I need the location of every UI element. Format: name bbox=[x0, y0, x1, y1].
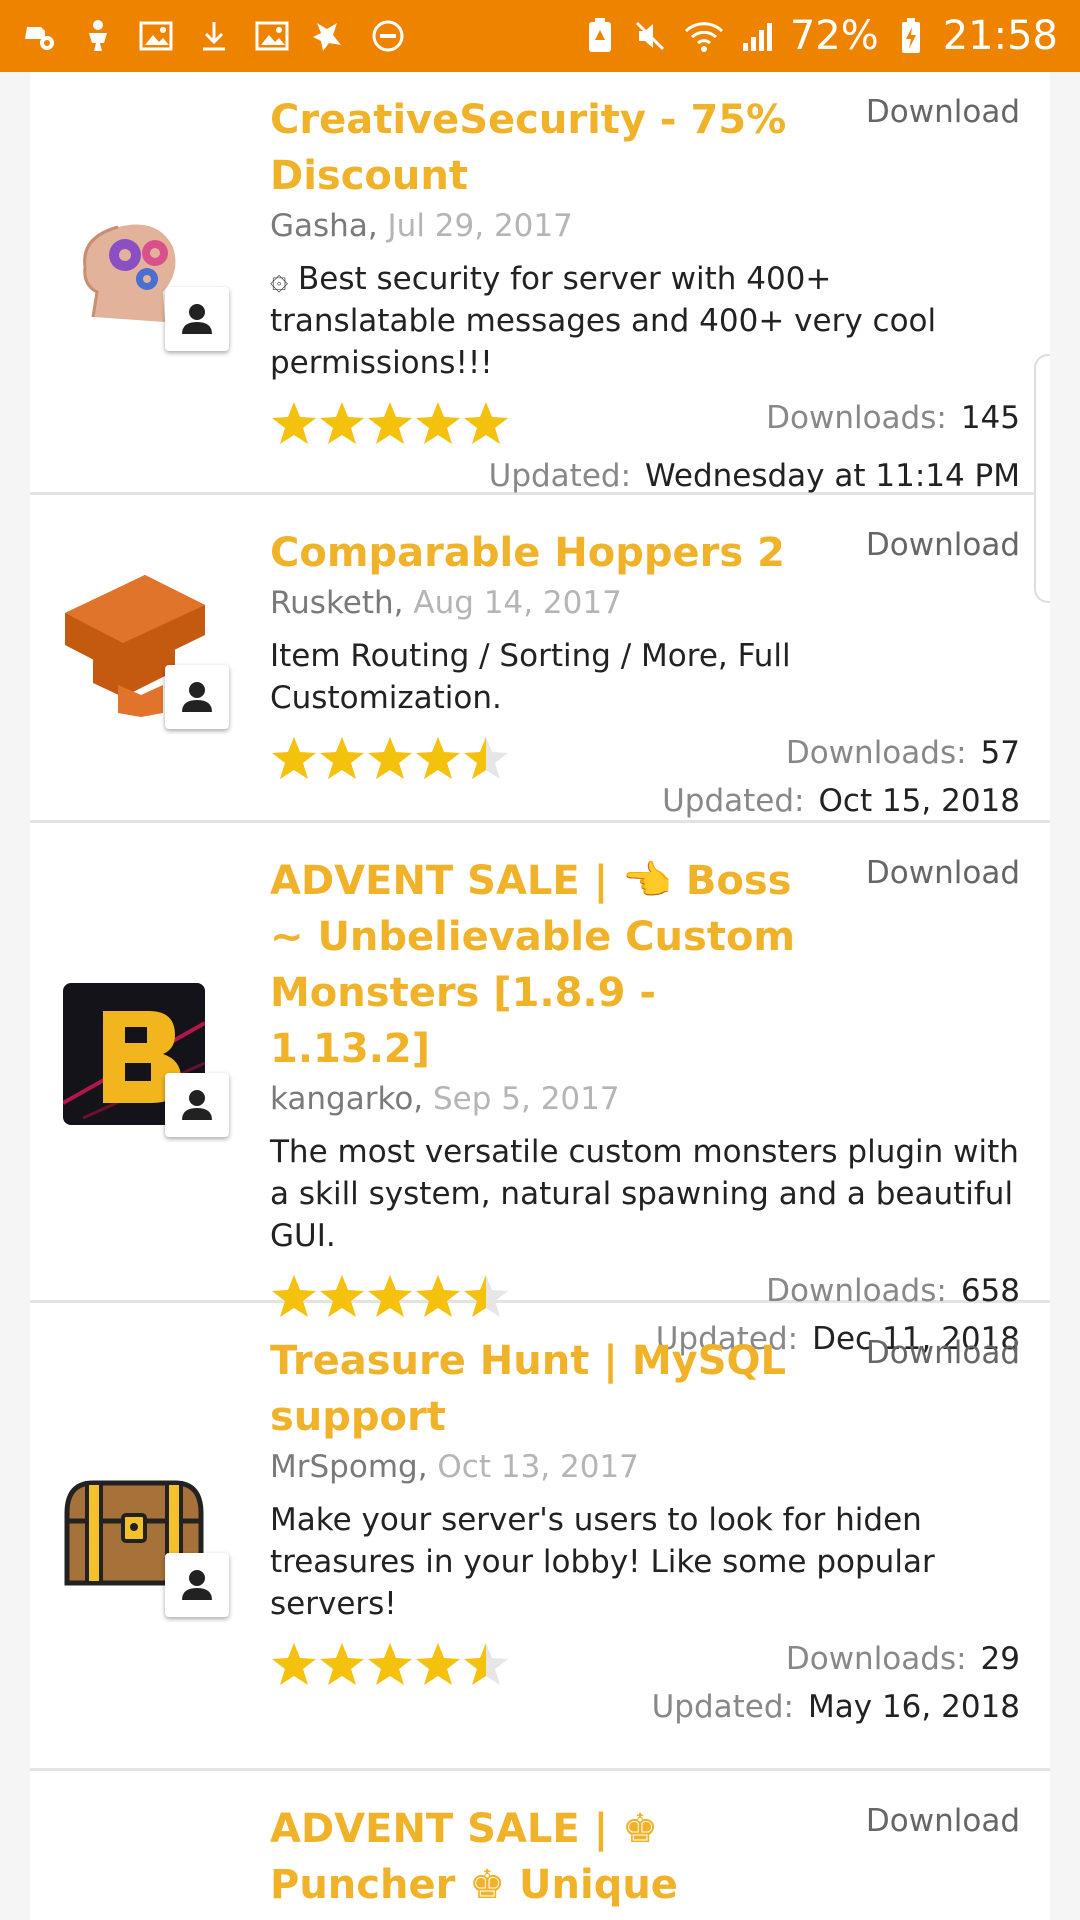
wifi-icon bbox=[682, 18, 726, 54]
star-icon bbox=[272, 402, 316, 444]
scrollbar-handle[interactable] bbox=[1034, 354, 1050, 603]
star-icon bbox=[320, 402, 364, 444]
downloads-label: Downloads: bbox=[785, 1641, 967, 1677]
rating-stars bbox=[270, 1641, 510, 1687]
gamepad-notification-icon bbox=[22, 18, 58, 54]
downloads-label: Downloads: bbox=[766, 400, 947, 436]
star-icon bbox=[464, 737, 508, 779]
clock: 21:58 bbox=[942, 13, 1058, 59]
star-icon bbox=[368, 402, 412, 444]
signal-icon bbox=[740, 18, 776, 54]
download-link[interactable]: Download bbox=[866, 1801, 1020, 1841]
resource-list: Download CreativeSecurity - 75% Discount… bbox=[30, 72, 1050, 1920]
star-icon bbox=[320, 737, 364, 779]
star-icon bbox=[368, 1643, 412, 1685]
author-name[interactable]: MrSpomg, bbox=[270, 1449, 428, 1485]
user-icon bbox=[182, 682, 212, 712]
updated-label: Updated: bbox=[488, 458, 632, 494]
resource-description: ۞ Best security for server with 400+ tra… bbox=[270, 261, 937, 381]
person-notification-icon bbox=[80, 18, 116, 54]
updated-label: Updated: bbox=[662, 783, 805, 819]
rating-stars bbox=[270, 400, 510, 446]
author-avatar[interactable] bbox=[165, 665, 229, 729]
star-icon bbox=[272, 1643, 316, 1685]
updated-date: Wednesday at 11:14 PM bbox=[645, 458, 1020, 494]
release-date: Oct 13, 2017 bbox=[437, 1449, 639, 1485]
battery-saver-icon bbox=[582, 18, 618, 54]
downloads-count: 57 bbox=[980, 735, 1020, 771]
star-icon bbox=[320, 1643, 364, 1685]
list-item[interactable]: Download Treasure Hunt | MySQL support M… bbox=[30, 1303, 1050, 1771]
app-notification-icon bbox=[312, 18, 348, 54]
download-link[interactable]: Download bbox=[866, 1333, 1020, 1373]
resource-description: Make your server's users to look for hid… bbox=[270, 1502, 935, 1622]
updated-date: Oct 15, 2018 bbox=[818, 783, 1021, 819]
updated-row: Updated: May 16, 2018 bbox=[270, 1683, 1020, 1731]
downloads-label: Downloads: bbox=[785, 735, 967, 771]
download-notification-icon bbox=[196, 18, 232, 54]
author-avatar[interactable] bbox=[165, 1553, 229, 1617]
status-bar: 72% 21:58 bbox=[0, 0, 1080, 72]
updated-row: Updated: Wednesday at 11:14 PM bbox=[270, 452, 1020, 500]
star-icon bbox=[272, 737, 316, 779]
updated-date: May 16, 2018 bbox=[808, 1689, 1020, 1725]
star-icon bbox=[368, 737, 412, 779]
battery-charging-icon bbox=[893, 18, 929, 54]
star-icon bbox=[464, 402, 508, 444]
resource-stats: Downloads: 29 Updated: May 16, 2018 bbox=[270, 1635, 1020, 1731]
download-link[interactable]: Download bbox=[866, 525, 1020, 565]
do-not-disturb-icon bbox=[370, 18, 406, 54]
star-icon bbox=[416, 1643, 460, 1685]
release-date: Aug 14, 2017 bbox=[413, 585, 622, 621]
resource-description: Item Routing / Sorting / More, Full Cust… bbox=[270, 638, 791, 716]
resource-stats: Downloads: 145 Updated: Wednesday at 11:14… bbox=[270, 394, 1020, 500]
user-icon bbox=[182, 1570, 212, 1600]
resource-stats: Downloads: 57 Updated: Oct 15, 2018 bbox=[270, 729, 1020, 825]
updated-row: Updated: Oct 15, 2018 bbox=[270, 777, 1020, 825]
star-icon bbox=[416, 737, 460, 779]
author-name[interactable]: Rusketh, bbox=[270, 585, 404, 621]
resource-meta: Gasha, Jul 29, 2017 bbox=[270, 206, 1020, 246]
user-icon bbox=[182, 304, 212, 334]
list-item[interactable]: Download ADVENT SALE | 👈 Boss ~ Unbeliev… bbox=[30, 823, 1050, 1357]
image-notification-icon bbox=[138, 18, 174, 54]
star-icon bbox=[464, 1643, 508, 1685]
updated-label: Updated: bbox=[651, 1689, 794, 1725]
image-notification-icon-2 bbox=[254, 18, 290, 54]
battery-percent: 72% bbox=[789, 13, 879, 59]
download-link[interactable]: Download bbox=[866, 853, 1020, 893]
download-link[interactable]: Download bbox=[866, 92, 1020, 132]
star-icon bbox=[416, 402, 460, 444]
list-item[interactable]: Download CreativeSecurity - 75% Discount… bbox=[30, 72, 1050, 495]
resource-meta: MrSpomg, Oct 13, 2017 bbox=[270, 1447, 1020, 1487]
resource-meta: kangarko, Sep 5, 2017 bbox=[270, 1079, 1020, 1119]
resource-meta: Rusketh, Aug 14, 2017 bbox=[270, 583, 1020, 623]
resource-description: The most versatile custom monsters plugi… bbox=[270, 1134, 1019, 1254]
release-date: Sep 5, 2017 bbox=[433, 1081, 620, 1117]
author-avatar[interactable] bbox=[165, 287, 229, 351]
rating-stars bbox=[270, 735, 510, 781]
release-date: Jul 29, 2017 bbox=[387, 208, 573, 244]
author-avatar[interactable] bbox=[165, 1073, 229, 1137]
downloads-count: 145 bbox=[960, 400, 1020, 436]
list-item[interactable]: Download Comparable Hoppers 2 Rusketh, A… bbox=[30, 495, 1050, 823]
author-name[interactable]: kangarko, bbox=[270, 1081, 423, 1117]
author-name[interactable]: Gasha, bbox=[270, 208, 378, 244]
downloads-count: 29 bbox=[980, 1641, 1020, 1677]
mute-icon bbox=[632, 18, 668, 54]
list-item[interactable]: Download ADVENT SALE | ♚ Puncher ♚ Uniqu… bbox=[30, 1771, 1050, 1920]
user-icon bbox=[182, 1090, 212, 1120]
